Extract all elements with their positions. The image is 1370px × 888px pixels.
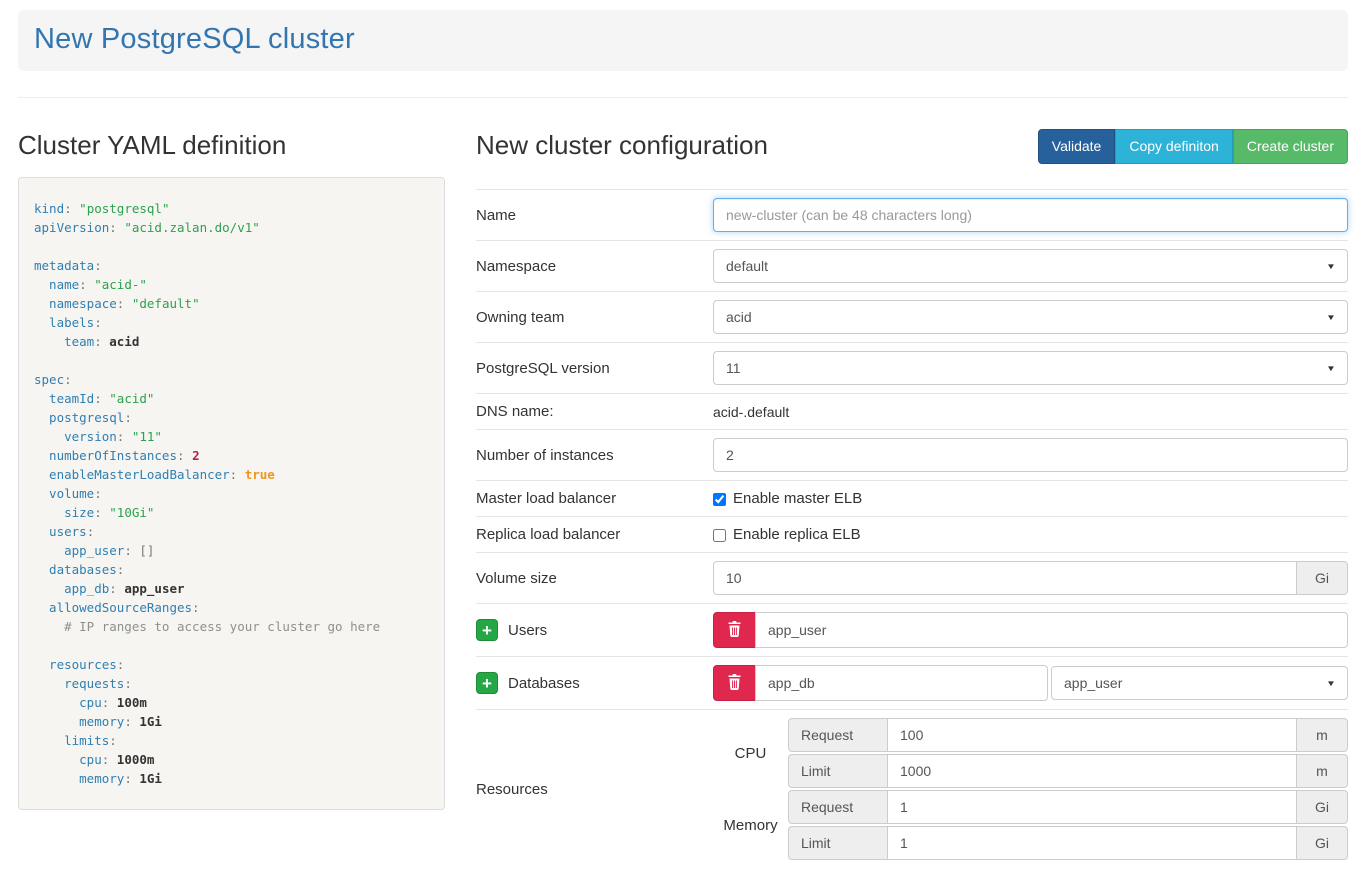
plus-icon: +	[482, 622, 492, 639]
cpu-request-input[interactable]	[887, 718, 1297, 752]
memory-resources-section: Memory Request Gi Limit	[713, 790, 1348, 860]
form-row-owning-team: Owning team acid ▼	[476, 291, 1348, 342]
delete-database-button[interactable]	[713, 665, 756, 701]
volume-unit-addon: Gi	[1296, 561, 1348, 595]
namespace-label: Namespace	[476, 258, 713, 275]
dns-name-label: DNS name:	[476, 403, 713, 420]
form-row-name: Name	[476, 189, 1348, 240]
trash-icon	[727, 621, 742, 640]
memory-request-unit-addon: Gi	[1296, 790, 1348, 824]
master-lb-label: Master load balancer	[476, 490, 713, 507]
memory-request-input[interactable]	[887, 790, 1297, 824]
page: New PostgreSQL cluster Cluster YAML defi…	[0, 0, 1370, 888]
copy-definition-button[interactable]: Copy definiton	[1115, 129, 1233, 165]
chevron-down-icon: ▼	[1326, 679, 1336, 688]
config-panel-title: New cluster configuration	[476, 130, 768, 161]
add-database-button[interactable]: +	[476, 672, 498, 694]
form-row-pg-version: PostgreSQL version 11 ▼	[476, 342, 1348, 393]
form-row-users: + Users	[476, 603, 1348, 656]
page-title: New PostgreSQL cluster	[34, 23, 1332, 56]
database-owner-select[interactable]: app_user ▼	[1051, 666, 1348, 700]
volume-size-input[interactable]	[713, 561, 1297, 595]
databases-label: Databases	[508, 675, 580, 692]
page-header: New PostgreSQL cluster	[18, 10, 1348, 71]
instances-label: Number of instances	[476, 447, 713, 464]
yaml-panel: Cluster YAML definition kind: "postgresq…	[18, 116, 445, 868]
form-row-dns-name: DNS name: acid-.default	[476, 393, 1348, 429]
yaml-panel-title: Cluster YAML definition	[18, 130, 445, 161]
database-owner-select-value: app_user	[1064, 675, 1122, 691]
memory-request-addon: Request	[788, 790, 888, 824]
pg-version-select[interactable]: 11 ▼	[713, 351, 1348, 385]
owning-team-select[interactable]: acid ▼	[713, 300, 1348, 334]
memory-label: Memory	[713, 817, 788, 834]
form-row-namespace: Namespace default ▼	[476, 240, 1348, 291]
instances-input[interactable]	[713, 438, 1348, 472]
pg-version-label: PostgreSQL version	[476, 360, 713, 377]
config-panel: New cluster configuration Validate Copy …	[476, 116, 1348, 868]
owning-team-label: Owning team	[476, 309, 713, 326]
cpu-resources-section: CPU Request m Limit	[713, 718, 1348, 788]
action-button-group: Validate Copy definiton Create cluster	[1038, 129, 1348, 165]
pg-version-select-value: 11	[726, 360, 741, 376]
volume-label: Volume size	[476, 570, 713, 587]
delete-user-button[interactable]	[713, 612, 756, 648]
dns-name-value: acid-.default	[713, 404, 789, 420]
owning-team-select-value: acid	[726, 309, 752, 325]
resources-label: Resources	[476, 781, 713, 798]
user-name-input[interactable]	[755, 612, 1348, 648]
form-row-resources: Resources CPU Request m	[476, 709, 1348, 868]
trash-icon	[727, 674, 742, 693]
validate-button[interactable]: Validate	[1038, 129, 1116, 165]
name-label: Name	[476, 207, 713, 224]
cpu-request-unit-addon: m	[1296, 718, 1348, 752]
chevron-down-icon: ▼	[1326, 262, 1336, 271]
master-elb-checkbox[interactable]	[713, 493, 726, 506]
database-name-input[interactable]	[755, 665, 1048, 701]
chevron-down-icon: ▼	[1326, 364, 1336, 373]
plus-icon: +	[482, 675, 492, 692]
cpu-request-addon: Request	[788, 718, 888, 752]
form-row-volume: Volume size Gi	[476, 552, 1348, 603]
name-input[interactable]	[713, 198, 1348, 232]
add-user-button[interactable]: +	[476, 619, 498, 641]
memory-limit-input[interactable]	[887, 826, 1297, 860]
cpu-limit-unit-addon: m	[1296, 754, 1348, 788]
namespace-select[interactable]: default ▼	[713, 249, 1348, 283]
form-row-replica-lb: Replica load balancer Enable replica ELB	[476, 516, 1348, 552]
chevron-down-icon: ▼	[1326, 313, 1336, 322]
memory-limit-unit-addon: Gi	[1296, 826, 1348, 860]
memory-limit-addon: Limit	[788, 826, 888, 860]
form-row-instances: Number of instances	[476, 429, 1348, 480]
users-label: Users	[508, 622, 547, 639]
header-divider	[18, 97, 1348, 98]
master-elb-checkbox-label: Enable master ELB	[733, 490, 862, 507]
cpu-label: CPU	[713, 745, 788, 762]
replica-lb-label: Replica load balancer	[476, 526, 713, 543]
cluster-form: Name Namespace default ▼	[476, 189, 1348, 868]
create-cluster-button[interactable]: Create cluster	[1233, 129, 1348, 165]
cpu-limit-addon: Limit	[788, 754, 888, 788]
replica-elb-checkbox-label: Enable replica ELB	[733, 526, 861, 543]
yaml-code: kind: "postgresql"apiVersion: "acid.zala…	[18, 177, 445, 810]
cpu-limit-input[interactable]	[887, 754, 1297, 788]
form-row-master-lb: Master load balancer Enable master ELB	[476, 480, 1348, 516]
replica-elb-checkbox[interactable]	[713, 529, 726, 542]
form-row-databases: + Databases	[476, 656, 1348, 709]
namespace-select-value: default	[726, 258, 768, 274]
